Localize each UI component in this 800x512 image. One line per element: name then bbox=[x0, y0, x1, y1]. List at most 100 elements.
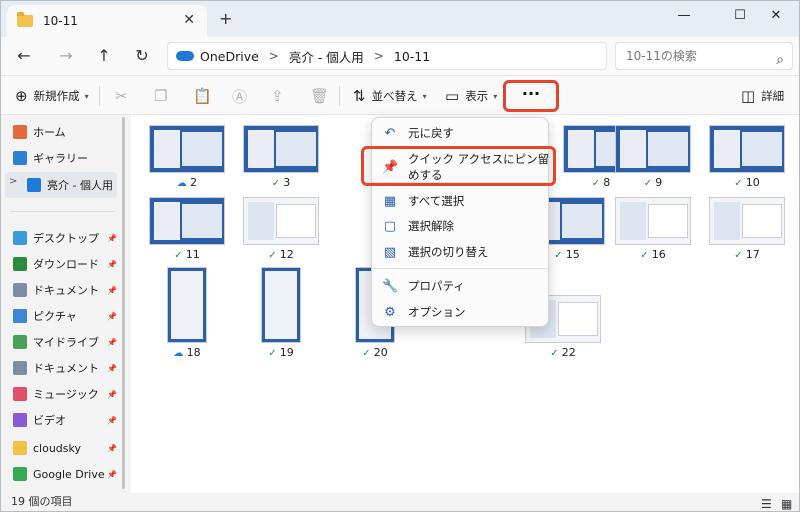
sidebar-item[interactable]: マイドライブ 📌 bbox=[13, 331, 121, 353]
file-item[interactable]: ✓ 16 bbox=[615, 197, 691, 261]
file-thumbnail[interactable] bbox=[709, 197, 785, 245]
chevron-down-icon: ▾ bbox=[422, 91, 427, 101]
undo-item[interactable]: ↶ 元に戻す bbox=[372, 120, 550, 146]
invert-selection-item[interactable]: ▧ 選択の切り替え bbox=[372, 239, 550, 265]
sidebar-item[interactable]: ダウンロード 📌 bbox=[13, 253, 121, 275]
tab-active[interactable]: 10-11 ✕ bbox=[7, 5, 207, 37]
synced-check-icon: ✓ bbox=[734, 250, 746, 261]
cut-icon: ✂ bbox=[115, 87, 128, 105]
more-options-button[interactable]: ··· bbox=[503, 80, 559, 112]
sidebar-divider bbox=[11, 211, 115, 212]
pin-icon[interactable]: 📌 bbox=[107, 286, 117, 295]
minimize-icon[interactable]: — bbox=[661, 5, 707, 27]
pin-icon[interactable]: 📌 bbox=[107, 338, 117, 347]
thumbnail-view-icon[interactable]: ▦ bbox=[781, 495, 792, 511]
file-thumbnail[interactable] bbox=[243, 125, 319, 173]
address-bar[interactable]: OneDrive > 亮介 - 個人用 > 10-11 bbox=[167, 42, 607, 70]
file-thumbnail[interactable] bbox=[615, 197, 691, 245]
details-view-icon[interactable]: ☰ bbox=[761, 495, 772, 511]
google-drive-icon bbox=[13, 467, 27, 481]
sidebar-item[interactable]: cloudsky 📌 bbox=[13, 437, 121, 459]
file-item[interactable]: ✓ 9 bbox=[615, 125, 691, 189]
file-name: 8 bbox=[603, 176, 611, 189]
file-thumbnail[interactable] bbox=[149, 125, 225, 173]
file-item[interactable]: ✓ 3 bbox=[243, 125, 319, 189]
view-button[interactable]: ▭ 表示 ▾ bbox=[445, 84, 497, 108]
file-thumbnail[interactable] bbox=[261, 267, 301, 343]
pin-icon[interactable]: 📌 bbox=[107, 416, 117, 425]
chevron-down-icon: ▾ bbox=[84, 91, 89, 101]
file-thumbnail[interactable] bbox=[167, 267, 207, 343]
breadcrumb-separator[interactable]: > bbox=[374, 49, 384, 63]
synced-check-icon: ✓ bbox=[734, 178, 746, 189]
sort-button[interactable]: ⇅ 並べ替え ▾ bbox=[353, 84, 427, 108]
cloud-status-icon: ☁ bbox=[173, 348, 187, 359]
sidebar-item[interactable]: ピクチャ 📌 bbox=[13, 305, 121, 327]
sort-icon: ⇅ bbox=[353, 87, 366, 105]
back-icon[interactable]: ← bbox=[11, 45, 37, 67]
refresh-icon[interactable]: ↻ bbox=[129, 45, 155, 67]
file-item[interactable]: ✓ 19 bbox=[243, 267, 319, 359]
sidebar-item[interactable]: ドキュメント 📌 bbox=[13, 357, 121, 379]
select-none-item[interactable]: ▢ 選択解除 bbox=[372, 213, 550, 239]
synced-check-icon: ✓ bbox=[554, 250, 566, 261]
new-tab-icon[interactable]: + bbox=[219, 9, 232, 28]
file-item[interactable]: ✓ 12 bbox=[243, 197, 319, 261]
share-button[interactable]: ⇪ bbox=[271, 84, 290, 108]
expand-chevron-icon[interactable]: > bbox=[9, 176, 17, 187]
breadcrumb-separator[interactable]: > bbox=[269, 49, 279, 63]
file-thumbnail[interactable] bbox=[615, 125, 691, 173]
sidebar-item[interactable]: デスクトップ 📌 bbox=[13, 227, 121, 249]
sidebar-item[interactable]: ギャラリー bbox=[13, 147, 121, 169]
copy-button[interactable]: ❐ bbox=[154, 84, 173, 108]
sidebar-scrollbar[interactable] bbox=[119, 115, 129, 493]
pin-icon[interactable]: 📌 bbox=[107, 470, 117, 479]
file-thumbnail[interactable] bbox=[149, 197, 225, 245]
file-thumbnail[interactable] bbox=[243, 197, 319, 245]
sidebar-item-label: デスクトップ bbox=[33, 232, 99, 245]
tab-close-icon[interactable]: ✕ bbox=[183, 12, 195, 28]
gear-icon: ⚙ bbox=[384, 304, 396, 320]
properties-item[interactable]: 🔧 プロパティ bbox=[372, 273, 550, 299]
options-item[interactable]: ⚙ オプション bbox=[372, 299, 550, 325]
file-item[interactable]: ☁ 18 bbox=[149, 267, 225, 359]
sidebar-item[interactable]: ミュージック 📌 bbox=[13, 383, 121, 405]
cut-button[interactable]: ✂ bbox=[115, 84, 134, 108]
sidebar-item[interactable]: ビデオ 📌 bbox=[13, 409, 121, 431]
paste-button[interactable]: 📋 bbox=[193, 84, 218, 108]
select-all-item[interactable]: ▦ すべて選択 bbox=[372, 188, 550, 214]
document-icon bbox=[13, 283, 27, 297]
file-item[interactable]: ✓ 17 bbox=[709, 197, 785, 261]
file-item[interactable]: ☁ 2 bbox=[149, 125, 225, 189]
breadcrumb-folder[interactable]: 10-11 bbox=[394, 49, 430, 64]
delete-button[interactable]: 🗑 bbox=[310, 84, 335, 108]
sidebar-item[interactable]: ドキュメント 📌 bbox=[13, 279, 121, 301]
item-count: 19 個の項目 bbox=[11, 495, 73, 508]
scrollbar-thumb[interactable] bbox=[122, 117, 125, 489]
breadcrumb-personal[interactable]: 亮介 - 個人用 bbox=[289, 47, 364, 66]
file-label: ☁ 2 bbox=[149, 176, 225, 189]
pin-icon[interactable]: 📌 bbox=[107, 364, 117, 373]
close-window-icon[interactable]: ✕ bbox=[753, 5, 799, 27]
sidebar-item[interactable]: Google Drive 📌 bbox=[13, 463, 121, 485]
search-input[interactable]: 10-11の検索 ⌕ bbox=[615, 42, 793, 70]
synced-check-icon: ✓ bbox=[268, 250, 280, 261]
details-button[interactable]: ◫ 詳細 bbox=[741, 84, 784, 108]
breadcrumb-onedrive[interactable]: OneDrive bbox=[200, 49, 259, 64]
forward-icon[interactable]: → bbox=[53, 45, 79, 67]
sidebar-item-label: ピクチャ bbox=[33, 310, 77, 323]
file-item[interactable]: ✓ 11 bbox=[149, 197, 225, 261]
pin-icon[interactable]: 📌 bbox=[107, 312, 117, 321]
file-name: 3 bbox=[283, 176, 291, 189]
video-icon bbox=[13, 413, 27, 427]
rename-button[interactable]: Ⓐ bbox=[232, 84, 253, 108]
file-thumbnail[interactable] bbox=[709, 125, 785, 173]
pin-icon[interactable]: 📌 bbox=[107, 444, 117, 453]
new-button[interactable]: ⊕ 新規作成 ▾ bbox=[15, 84, 89, 108]
up-icon[interactable]: ↑ bbox=[91, 45, 117, 67]
pin-icon[interactable]: 📌 bbox=[107, 234, 117, 243]
pin-icon[interactable]: 📌 bbox=[107, 390, 117, 399]
pin-icon[interactable]: 📌 bbox=[107, 260, 117, 269]
sidebar-item[interactable]: ホーム bbox=[13, 121, 121, 143]
file-item[interactable]: ✓ 10 bbox=[709, 125, 785, 189]
